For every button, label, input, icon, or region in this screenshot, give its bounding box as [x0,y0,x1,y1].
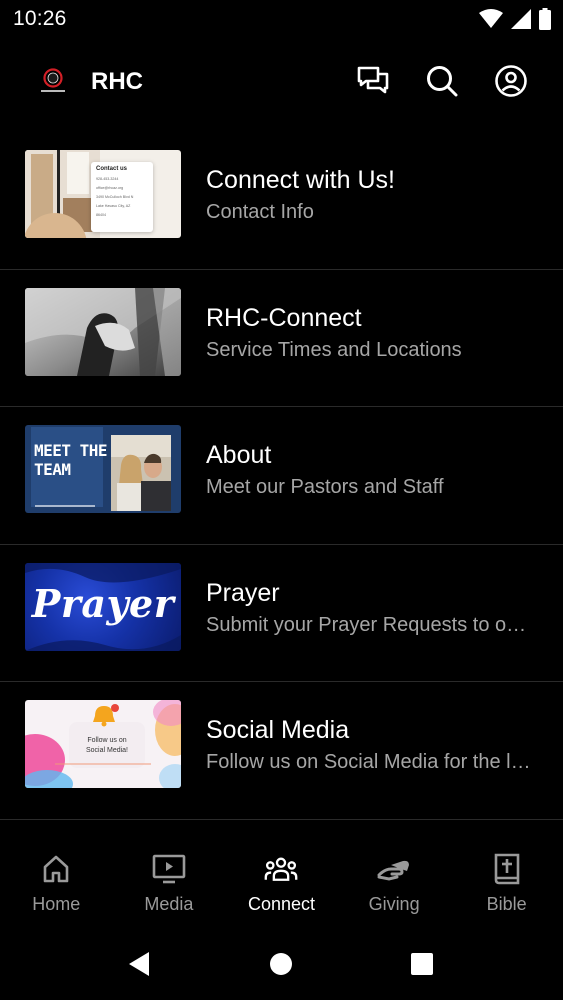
church-logo[interactable] [36,64,70,98]
item-subtitle: Service Times and Locations [206,338,462,361]
nav-giving[interactable]: Giving [338,840,451,930]
connect-icon [264,852,298,886]
nav-label-media: Media [144,894,194,914]
app-bar: RHC [0,52,563,112]
contact-card-line: Lake Havasu City, AZ [96,204,131,208]
item-title: RHC-Connect [206,303,362,332]
item-subtitle: Meet our Pastors and Staff [206,476,444,498]
list-item-rhc-connect[interactable]: RHC-Connect Service Times and Locations [0,270,563,407]
contact-card-line: 3490 McCulloch Blvd N [96,195,134,199]
list-item-connect-with-us[interactable]: Contact us 928-453-3244 office@rhcaz.org… [0,132,563,270]
nav-connect[interactable]: Connect [225,840,338,930]
contact-card: Contact us 928-453-3244 office@rhcaz.org… [91,162,153,232]
prayer-text: Prayer [31,580,175,626]
media-icon [152,852,186,886]
thumbnail-contact: Contact us 928-453-3244 office@rhcaz.org… [25,150,181,238]
thumbnail-social-media: Follow us on Social Media! [25,700,181,788]
item-title: About [206,441,272,469]
signal-icon [511,9,531,34]
nav-media[interactable]: Media [113,840,226,930]
list-item-about[interactable]: MEET THE TEAM About Meet our Pastors and… [0,407,563,545]
home-icon [39,852,73,886]
giving-icon [377,852,411,886]
thumbnail-meet-the-team: MEET THE TEAM [25,425,181,513]
thumbnail-prayer: Prayer [25,562,181,651]
thumbnail-hands [25,287,181,376]
app-actions [357,65,527,97]
search-icon[interactable] [426,65,458,97]
status-icons [479,8,551,35]
recents-icon[interactable] [409,951,435,977]
nav-label-bible: Bible [486,894,527,914]
social-text-line: Follow us on [87,737,127,744]
contact-card-line: office@rhcaz.org [96,186,124,190]
item-title: Connect with Us! [206,166,395,194]
nav-bible[interactable]: Bible [450,840,563,930]
team-text-line: MEET THE [34,441,108,460]
bottom-nav: Home Media Connect Giving Bible [0,840,563,930]
list-item-social-media[interactable]: Follow us on Social Media! Social Media … [0,682,563,820]
contact-card-title: Contact us [96,166,128,172]
social-text: Follow us on Social Media! [69,736,145,756]
nav-label-home: Home [32,894,81,914]
list-item-prayer[interactable]: Prayer Prayer Submit your Prayer Request… [0,545,563,682]
back-icon[interactable] [126,951,152,977]
status-bar: 10:26 [0,0,563,40]
wifi-icon [479,9,503,34]
team-underline [35,505,95,507]
bible-icon [490,852,524,886]
nav-home[interactable]: Home [0,840,113,930]
contact-card-line: 928-453-3244 [96,177,119,181]
item-subtitle: Follow us on Social Media for the latest… [206,751,536,773]
system-nav-bar [0,935,563,1000]
team-text: MEET THE TEAM [34,441,108,479]
connect-list: Contact us 928-453-3244 office@rhcaz.org… [0,132,563,820]
item-title: Prayer [206,578,280,607]
social-text-line: Social Media! [85,747,129,754]
item-subtitle: Submit your Prayer Requests to our Praye… [206,613,536,636]
status-time: 10:26 [13,7,67,30]
home-circle-icon[interactable] [268,951,294,977]
item-title: Social Media [206,716,350,744]
team-text-line: TEAM [34,460,71,479]
profile-icon[interactable] [495,65,527,97]
team-photo [111,435,171,511]
battery-icon [539,8,551,35]
item-subtitle: Contact Info [206,201,314,223]
contact-card-line: 86404 [96,213,106,217]
nav-label-connect: Connect [247,894,315,914]
app-title: RHC [91,68,143,95]
chat-icon[interactable] [357,65,389,97]
nav-label-giving: Giving [368,894,420,914]
